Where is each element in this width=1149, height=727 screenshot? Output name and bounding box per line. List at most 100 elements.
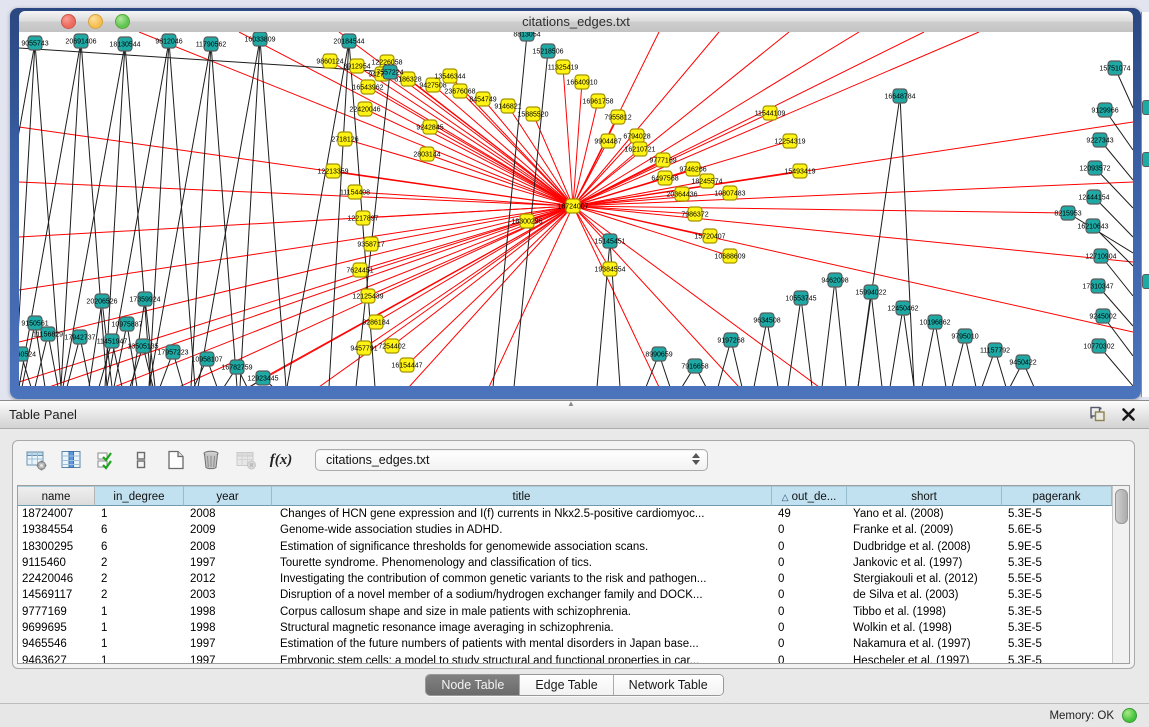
panel-divider-grip[interactable]: ▲ [562,400,580,407]
network-canvas[interactable]: 1872400798601248912954122260589427503165… [19,32,1133,386]
graph-node[interactable]: 7916658 [681,359,708,373]
graph-node[interactable]: 11157792 [980,343,1010,357]
graph-node[interactable]: 2718126 [331,132,358,146]
column-header[interactable]: year [184,486,272,506]
graph-node[interactable]: 16154447 [391,358,422,372]
function-builder-icon[interactable]: f(x) [268,447,294,473]
network-graph[interactable]: 1872400798601248912954122260589427503165… [19,32,1133,386]
graph-node[interactable]: 16648784 [884,89,915,103]
graph-node[interactable]: 9450422 [1009,355,1036,369]
graph-node[interactable]: 19384554 [594,262,625,276]
graph-node[interactable]: 9227343 [1086,133,1113,147]
table-row[interactable]: 1872400712008Changes of HCN gene express… [18,506,1112,522]
table-row[interactable]: 969969511998Structural magnetic resonanc… [18,620,1112,636]
graph-node[interactable]: 12213359 [317,164,348,178]
graph-node[interactable]: 8813054 [513,32,540,41]
graph-node[interactable]: 9634508 [753,313,780,327]
network-window-titlebar[interactable]: citations_edges.txt [19,11,1133,33]
graph-node[interactable]: 16033809 [244,32,275,46]
graph-node[interactable]: 12254319 [774,134,805,148]
column-header[interactable]: pagerank [1002,486,1112,506]
graph-node[interactable]: 12710904 [1085,249,1116,263]
graph-node[interactable]: 9457791 [350,341,377,355]
column-header[interactable]: name [18,486,95,506]
table-selector-dropdown[interactable]: citations_edges.txt [315,449,708,471]
graph-node[interactable]: 15885520 [517,107,548,121]
graph-node[interactable]: 15145451 [594,234,625,248]
create-column-icon[interactable] [163,447,189,473]
graph-node[interactable]: 2803144 [413,147,440,161]
tab-edge-table[interactable]: Edge Table [520,675,613,695]
graph-node[interactable]: 10807483 [714,186,745,200]
column-header[interactable]: △out_de... [772,486,847,506]
graph-node[interactable]: 16640910 [566,75,597,89]
graph-node[interactable]: 9197268 [717,333,744,347]
graph-node[interactable]: 17942737 [64,330,95,344]
table-row[interactable]: 1830029562008Estimation of significance … [18,539,1112,555]
zoom-button[interactable] [115,14,130,29]
column-header[interactable]: in_degree [95,486,184,506]
graph-node[interactable]: 10688609 [714,249,745,263]
delete-table-icon[interactable] [233,447,259,473]
graph-node[interactable]: 9812046 [155,34,182,48]
graph-node[interactable]: 17957223 [157,345,188,359]
tab-node-table[interactable]: Node Table [426,675,520,695]
graph-node[interactable]: 20184544 [333,34,364,48]
graph-node[interactable]: 12444154 [1078,190,1109,204]
table-row[interactable]: 946554611997Estimation of the future num… [18,636,1112,652]
graph-node[interactable]: 7955812 [604,110,631,124]
graph-node[interactable]: 9860124 [316,54,343,68]
graph-node[interactable]: 15720407 [694,229,725,243]
graph-node[interactable]: 12450462 [887,301,918,315]
graph-node[interactable]: 10770302 [1083,339,1114,353]
graph-node[interactable]: 18130544 [109,37,140,51]
delete-column-icon[interactable] [198,447,224,473]
graph-node[interactable]: 8215953 [1054,206,1081,220]
close-button[interactable] [61,14,76,29]
graph-node[interactable]: 8990659 [645,347,672,361]
graph-node[interactable]: 9245002 [1089,309,1116,323]
graph-node[interactable]: 9795010 [951,329,978,343]
table-row[interactable]: 911546021997Tourette syndrome. Phenomeno… [18,555,1112,571]
graph-node[interactable]: 7254402 [378,339,405,353]
graph-node[interactable]: 10553745 [785,291,816,305]
table-row[interactable]: 2242004622012Investigating the contribut… [18,571,1112,587]
graph-node[interactable]: 15493419 [784,164,815,178]
select-columns-icon[interactable] [93,447,119,473]
graph-node[interactable]: 16961758 [582,94,613,108]
row-selector-icon[interactable] [128,447,154,473]
graph-node[interactable]: 11790562 [196,37,227,51]
graph-node[interactable]: 20364436 [666,187,697,201]
minimize-button[interactable] [88,14,103,29]
graph-node[interactable]: 17359924 [129,292,160,306]
table-row[interactable]: 977716911998Corpus callosum shape and si… [18,604,1112,620]
float-window-icon[interactable] [1089,406,1106,423]
table-row[interactable]: 946362711997Embryonic stem cells: a mode… [18,653,1112,663]
table-scrollbar[interactable] [1112,486,1129,663]
graph-node[interactable]: 15218506 [532,44,563,58]
graph-node[interactable]: 11325419 [548,60,579,74]
graph-node[interactable]: 9286184 [362,315,389,329]
graph-node[interactable]: 16782759 [221,360,252,374]
column-header[interactable]: title [272,486,772,506]
table-row[interactable]: 1456911722003Disruption of a novel membe… [18,587,1112,603]
graph-node[interactable]: 15994022 [855,285,886,299]
close-panel-icon[interactable] [1120,406,1137,423]
tab-network-table[interactable]: Network Table [614,675,723,695]
graph-node[interactable]: 10975887 [111,317,142,331]
graph-node[interactable]: 9129966 [1091,103,1118,117]
graph-node[interactable]: 9462098 [821,273,848,287]
graph-node[interactable]: 20206526 [86,294,117,308]
graph-node[interactable]: 20691406 [65,34,96,48]
scrollbar-thumb[interactable] [1115,489,1128,524]
graph-node[interactable]: 6497568 [651,171,678,185]
graph-node[interactable]: 9904487 [594,134,621,148]
table-options-icon[interactable] [23,447,49,473]
graph-node[interactable]: 10196862 [919,315,950,329]
graph-node[interactable]: 11160524 [19,347,36,361]
graph-node[interactable]: 12093572 [1079,161,1110,175]
graph-node[interactable]: 9055743 [21,36,48,50]
graph-node[interactable]: 17310347 [1082,279,1113,293]
table-row[interactable]: 1938455462009Genome-wide association stu… [18,522,1112,538]
show-column-icon[interactable] [58,447,84,473]
